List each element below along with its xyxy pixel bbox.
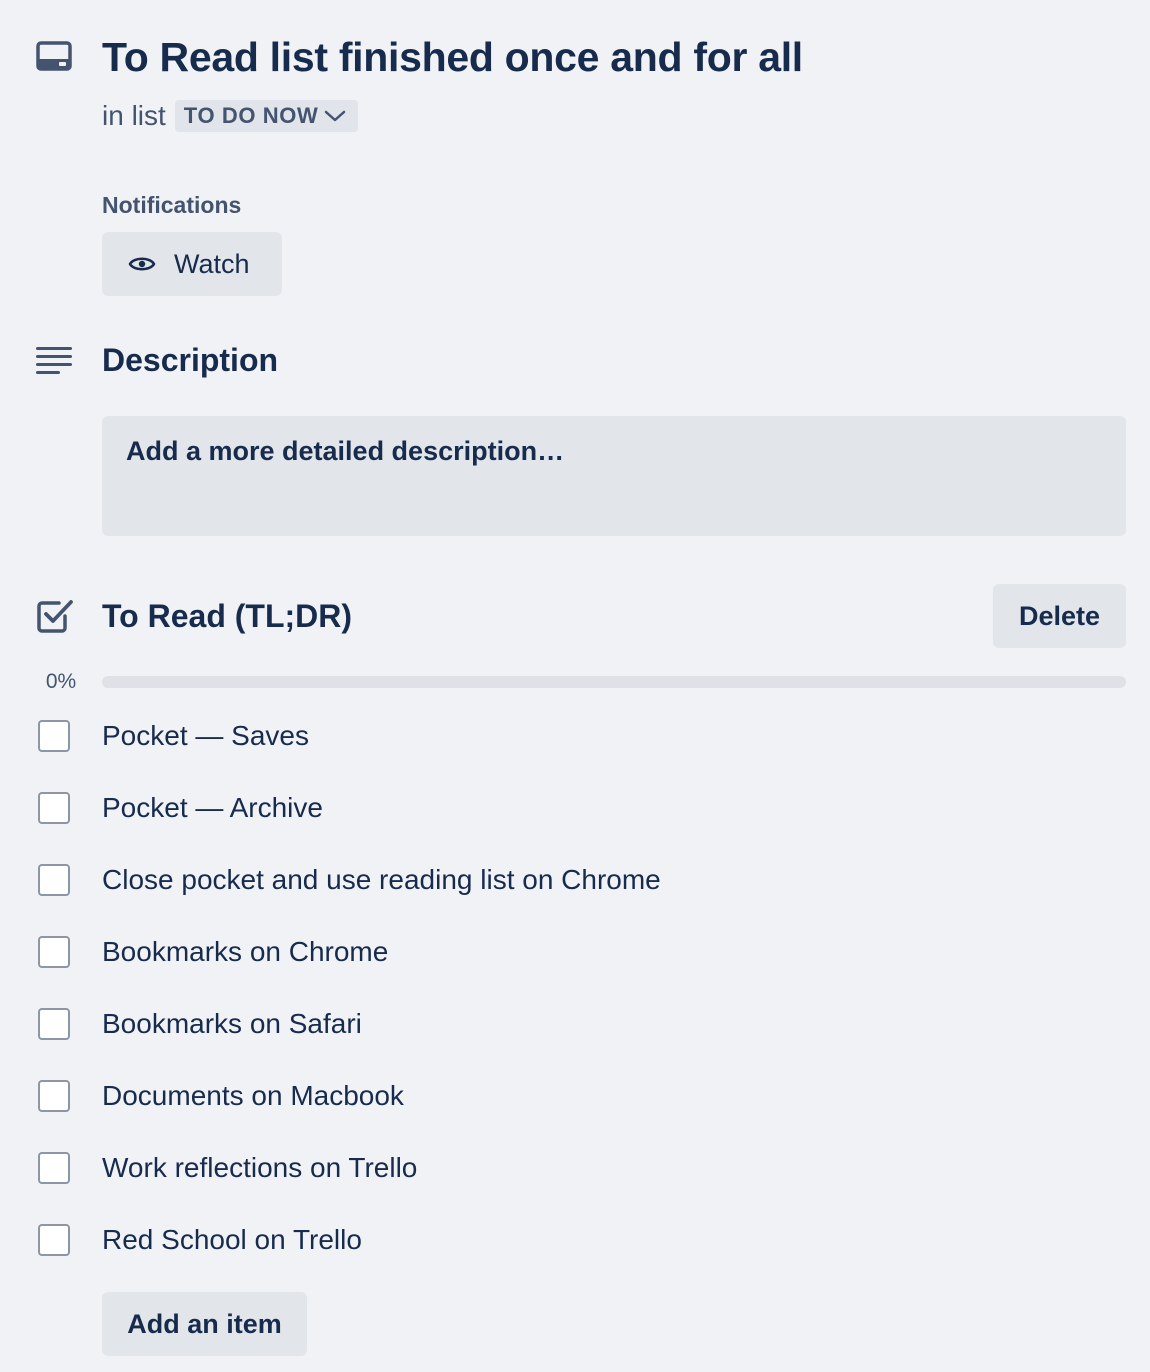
checklist-item[interactable]: Red School on Trello	[0, 1204, 1150, 1276]
progress-percent: 0%	[45, 670, 77, 693]
checklist-item-checkbox[interactable]	[38, 792, 70, 824]
checklist-item[interactable]: Bookmarks on Chrome	[0, 916, 1150, 988]
eye-icon	[128, 253, 156, 275]
card-title[interactable]: To Read list finished once and for all	[102, 34, 803, 81]
progress-bar	[102, 676, 1126, 688]
description-heading: Description	[102, 342, 279, 378]
watch-button[interactable]: Watch	[102, 232, 282, 296]
checklist-item-checkbox[interactable]	[38, 1224, 70, 1256]
in-list-prefix: in list	[102, 100, 166, 131]
checklist-items: Pocket — Saves Pocket — Archive Close po…	[0, 700, 1150, 1276]
checklist-item-label[interactable]: Pocket — Saves	[102, 720, 309, 752]
checklist-item-label[interactable]: Red School on Trello	[102, 1224, 362, 1256]
checklist-item-checkbox[interactable]	[38, 864, 70, 896]
checklist-title[interactable]: To Read (TL;DR)	[102, 598, 352, 635]
checklist-item[interactable]: Documents on Macbook	[0, 1060, 1150, 1132]
add-item-button[interactable]: Add an item	[102, 1292, 307, 1356]
checklist-item-checkbox[interactable]	[38, 1008, 70, 1040]
checklist-item-label[interactable]: Work reflections on Trello	[102, 1152, 417, 1184]
description-editor[interactable]: Add a more detailed description…	[102, 416, 1126, 536]
list-location: in list TO DO NOW	[102, 100, 359, 132]
card-icon	[36, 41, 72, 71]
checklist-item[interactable]: Pocket — Saves	[0, 700, 1150, 772]
delete-checklist-button[interactable]: Delete	[993, 584, 1126, 648]
checklist-item-checkbox[interactable]	[38, 720, 70, 752]
checklist-icon	[37, 599, 73, 633]
checklist-item-label[interactable]: Bookmarks on Chrome	[102, 936, 388, 968]
checklist-item[interactable]: Bookmarks on Safari	[0, 988, 1150, 1060]
card-detail-panel: To Read list finished once and for all i…	[0, 0, 1150, 1372]
checklist-item-label[interactable]: Pocket — Archive	[102, 792, 323, 824]
checklist-item-label[interactable]: Close pocket and use reading list on Chr…	[102, 864, 661, 896]
checklist-item-label[interactable]: Documents on Macbook	[102, 1080, 404, 1112]
list-selector[interactable]: TO DO NOW	[174, 100, 359, 132]
checklist-item[interactable]: Work reflections on Trello	[0, 1132, 1150, 1204]
checklist-item-checkbox[interactable]	[38, 1152, 70, 1184]
list-name: TO DO NOW	[183, 103, 319, 128]
checklist-item[interactable]: Pocket — Archive	[0, 772, 1150, 844]
checklist-item[interactable]: Close pocket and use reading list on Chr…	[0, 844, 1150, 916]
chevron-down-icon	[324, 109, 346, 123]
checklist-item-checkbox[interactable]	[38, 1080, 70, 1112]
watch-label: Watch	[174, 248, 250, 279]
checklist-item-label[interactable]: Bookmarks on Safari	[102, 1008, 362, 1040]
checklist-item-checkbox[interactable]	[38, 936, 70, 968]
notifications-label: Notifications	[102, 192, 242, 218]
description-lines-icon	[36, 346, 72, 376]
